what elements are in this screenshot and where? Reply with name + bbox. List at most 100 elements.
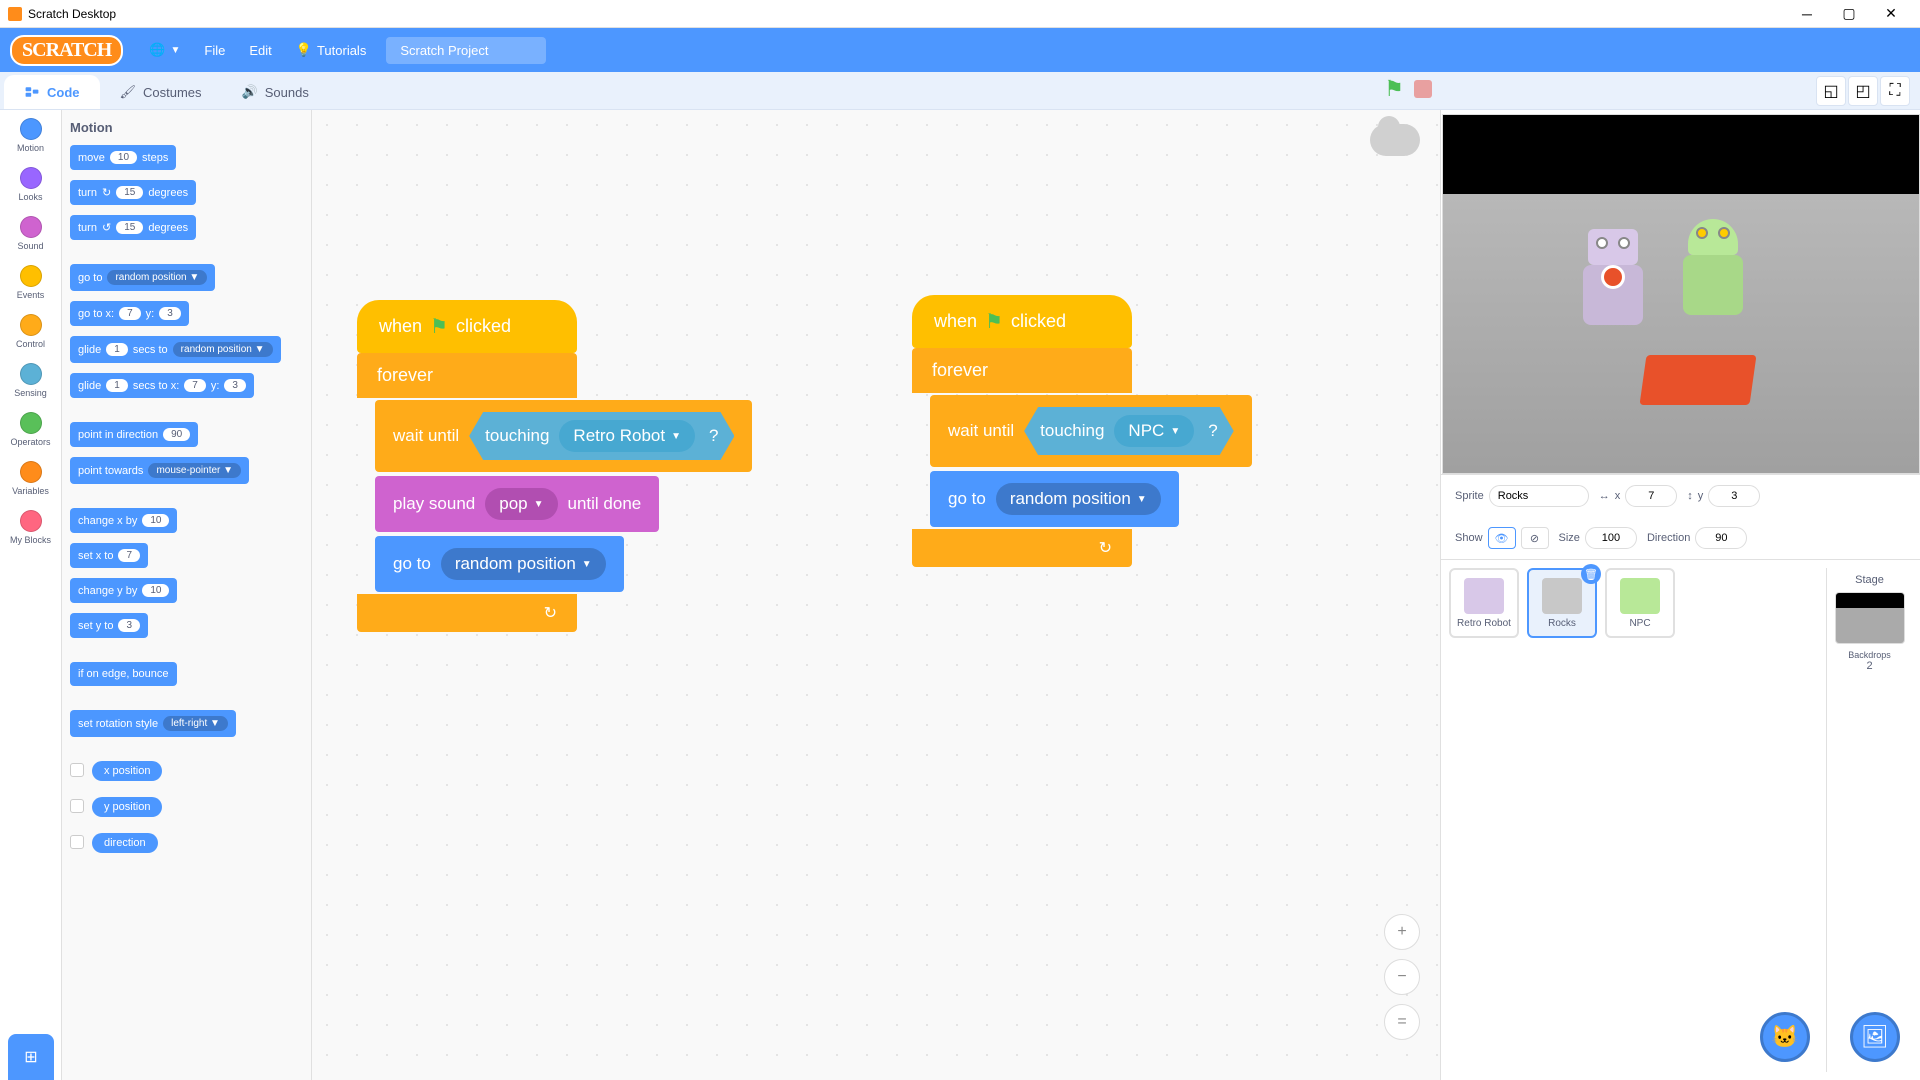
sprite-size-input[interactable] <box>1585 527 1637 549</box>
sprite-name-input[interactable] <box>1489 485 1589 507</box>
tab-costumes[interactable]: 🖌Costumes <box>100 75 222 109</box>
reporter-x-position[interactable]: x position <box>92 761 162 781</box>
dir-checkbox[interactable] <box>70 835 84 849</box>
category-dot <box>20 412 42 434</box>
category-operators[interactable]: Operators <box>0 412 61 447</box>
script-stack-2[interactable]: when⚑clicked forever wait until touching… <box>912 295 1252 567</box>
block-wait-until[interactable]: wait until touching Retro Robot▼ ? <box>375 400 752 472</box>
sprite-tile-retro-robot[interactable]: Retro Robot <box>1449 568 1519 638</box>
small-stage-button[interactable]: ◱ <box>1816 76 1846 106</box>
tab-code[interactable]: Code <box>4 75 100 109</box>
stage-canvas[interactable] <box>1442 114 1920 474</box>
script-workspace[interactable]: when⚑clicked forever wait until touching… <box>312 110 1440 1080</box>
tutorials-button[interactable]: 💡Tutorials <box>284 36 379 64</box>
stage-sprite-rocks <box>1639 355 1756 405</box>
tab-row: Code 🖌Costumes 🔊Sounds ⚑ ◱ ◰ ⛶ <box>0 72 1920 110</box>
block-bounce[interactable]: if on edge, bounce <box>70 662 177 686</box>
boolean-touching-2[interactable]: touching NPC▼ ? <box>1024 407 1234 455</box>
category-control[interactable]: Control <box>0 314 61 349</box>
zoom-in-button[interactable]: + <box>1384 914 1420 950</box>
stop-button[interactable] <box>1414 80 1432 98</box>
category-my-blocks[interactable]: My Blocks <box>0 510 61 545</box>
show-sprite-button[interactable]: 👁 <box>1488 527 1516 549</box>
reporter-y-position[interactable]: y position <box>92 797 162 817</box>
add-sprite-button[interactable]: 🐱 <box>1760 1012 1810 1062</box>
green-flag-button[interactable]: ⚑ <box>1384 76 1404 102</box>
block-goto-xy[interactable]: go to x:7y:3 <box>70 301 189 326</box>
hide-sprite-button[interactable]: ⊘ <box>1521 527 1549 549</box>
block-glide-to[interactable]: glide1secs torandom position ▼ <box>70 336 281 363</box>
block-set-x[interactable]: set x to7 <box>70 543 148 568</box>
block-wait-until-2[interactable]: wait until touching NPC▼ ? <box>930 395 1252 467</box>
stage-selector[interactable]: Stage Backdrops 2 <box>1826 568 1912 1072</box>
window-maximize-button[interactable]: ▢ <box>1828 0 1870 28</box>
image-icon: 🖼 <box>1861 1024 1889 1050</box>
block-change-y[interactable]: change y by10 <box>70 578 177 603</box>
dropdown-touching-target[interactable]: Retro Robot▼ <box>559 420 695 452</box>
project-name-input[interactable]: Scratch Project <box>386 37 546 64</box>
ypos-checkbox[interactable] <box>70 799 84 813</box>
boolean-touching[interactable]: touching Retro Robot▼ ? <box>469 412 734 460</box>
category-motion[interactable]: Motion <box>0 118 61 153</box>
block-change-x[interactable]: change x by10 <box>70 508 177 533</box>
forever-foot[interactable]: ↻ <box>357 594 577 632</box>
window-title: Scratch Desktop <box>28 7 116 21</box>
block-forever[interactable]: forever <box>357 353 577 398</box>
add-backdrop-button[interactable]: 🖼 <box>1850 1012 1900 1062</box>
dropdown-goto-target[interactable]: random position▼ <box>441 548 606 580</box>
block-glide-xy[interactable]: glide1secs to x:7y:3 <box>70 373 254 398</box>
large-stage-button[interactable]: ◰ <box>1848 76 1878 106</box>
globe-icon: 🌐 <box>149 42 165 58</box>
forever-foot-2[interactable]: ↻ <box>912 529 1132 567</box>
dropdown-sound[interactable]: pop▼ <box>485 488 557 520</box>
block-rotation-style[interactable]: set rotation styleleft-right ▼ <box>70 710 236 737</box>
window-close-button[interactable]: ✕ <box>1870 0 1912 28</box>
block-goto-random-2[interactable]: go to random position▼ <box>930 471 1179 527</box>
lightbulb-icon: 💡 <box>296 42 312 58</box>
add-extension-button[interactable]: ⊞ <box>8 1034 54 1080</box>
block-play-sound[interactable]: play sound pop▼ until done <box>375 476 659 532</box>
costumes-icon: 🖌 <box>120 84 137 100</box>
category-sound[interactable]: Sound <box>0 216 61 251</box>
zoom-out-button[interactable]: − <box>1384 959 1420 995</box>
category-sensing[interactable]: Sensing <box>0 363 61 398</box>
block-turn-ccw[interactable]: turn↺15degrees <box>70 215 196 240</box>
block-move-steps[interactable]: move10steps <box>70 145 176 170</box>
sprite-list: Retro Robot 🗑 Rocks NPC <box>1449 568 1818 1072</box>
delete-sprite-button[interactable]: 🗑 <box>1581 564 1601 584</box>
block-set-y[interactable]: set y to3 <box>70 613 148 638</box>
reporter-direction[interactable]: direction <box>92 833 158 853</box>
block-turn-cw[interactable]: turn↻15degrees <box>70 180 196 205</box>
sprite-tile-npc[interactable]: NPC <box>1605 568 1675 638</box>
block-point-direction[interactable]: point in direction90 <box>70 422 198 447</box>
scratch-logo[interactable]: SCRATCH <box>10 35 123 66</box>
flag-icon: ⚑ <box>985 309 1003 334</box>
dropdown-goto-target-2[interactable]: random position▼ <box>996 483 1161 515</box>
dropdown-touching-target-2[interactable]: NPC▼ <box>1114 415 1194 447</box>
category-events[interactable]: Events <box>0 265 61 300</box>
block-forever-2[interactable]: forever <box>912 348 1132 393</box>
xy-icon: ↔ <box>1599 490 1610 502</box>
block-goto-random[interactable]: go to random position▼ <box>375 536 624 592</box>
zoom-reset-button[interactable]: = <box>1384 1004 1420 1040</box>
block-goto[interactable]: go torandom position ▼ <box>70 264 215 291</box>
sprite-x-input[interactable] <box>1625 485 1677 507</box>
window-minimize-button[interactable]: ─ <box>1786 0 1828 28</box>
xpos-checkbox[interactable] <box>70 763 84 777</box>
stage-sprite-retro-robot <box>1573 235 1653 355</box>
sprite-tile-rocks[interactable]: 🗑 Rocks <box>1527 568 1597 638</box>
block-point-towards[interactable]: point towardsmouse-pointer ▼ <box>70 457 249 484</box>
hat-when-flag-clicked-2[interactable]: when⚑clicked <box>912 295 1132 348</box>
sprite-y-input[interactable] <box>1708 485 1760 507</box>
category-looks[interactable]: Looks <box>0 167 61 202</box>
file-menu[interactable]: File <box>192 37 237 64</box>
tab-sounds[interactable]: 🔊Sounds <box>222 75 329 109</box>
hat-when-flag-clicked[interactable]: when⚑clicked <box>357 300 577 353</box>
sprite-direction-input[interactable] <box>1695 527 1747 549</box>
menubar: SCRATCH 🌐▼ File Edit 💡Tutorials Scratch … <box>0 28 1920 72</box>
globe-menu[interactable]: 🌐▼ <box>137 36 192 64</box>
script-stack-1[interactable]: when⚑clicked forever wait until touching… <box>357 300 752 632</box>
edit-menu[interactable]: Edit <box>237 37 283 64</box>
fullscreen-button[interactable]: ⛶ <box>1880 76 1910 106</box>
category-variables[interactable]: Variables <box>0 461 61 496</box>
